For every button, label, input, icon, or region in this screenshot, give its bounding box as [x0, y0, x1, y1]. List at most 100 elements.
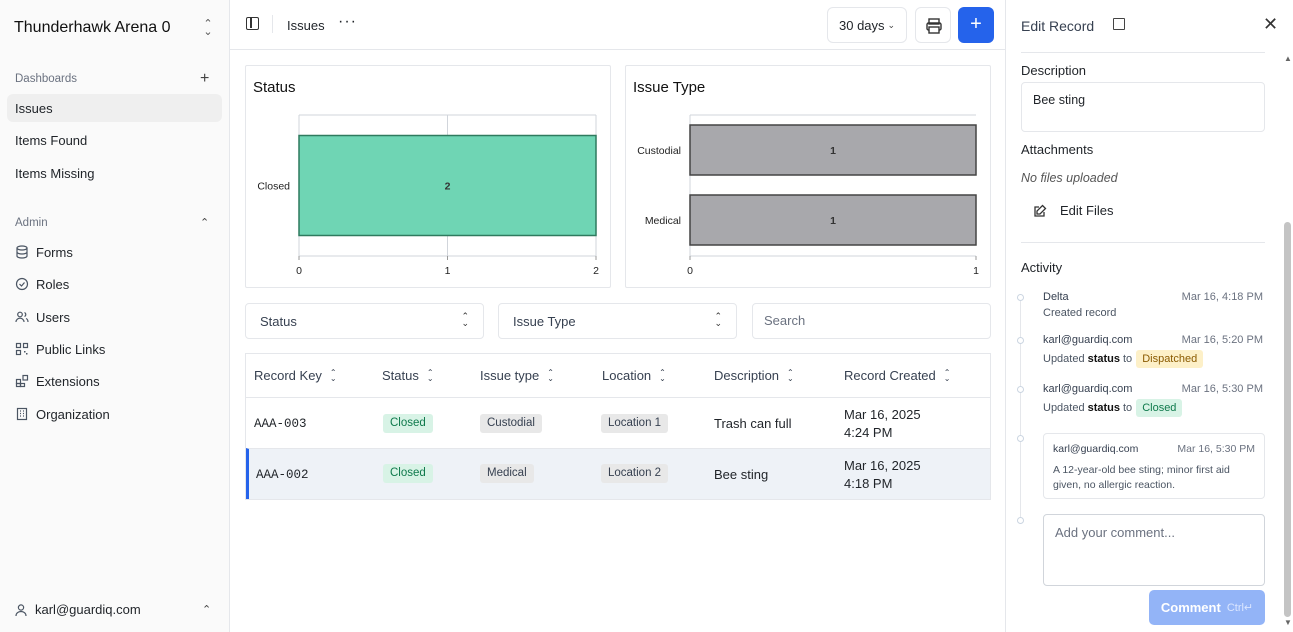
add-dashboard-icon[interactable]: +	[200, 71, 209, 87]
sidebar-item-public-links[interactable]: Public Links	[7, 335, 222, 363]
y-category-label: Closed	[257, 181, 290, 193]
column-header-issue-type[interactable]: Issue type ⌃ ⌄	[480, 368, 554, 383]
chevron-up-icon[interactable]: ⌃	[202, 603, 211, 616]
search-input[interactable]: Search	[752, 303, 991, 339]
more-options-icon[interactable]: ···	[338, 13, 357, 31]
sidebar-item-organization[interactable]: Organization	[7, 400, 222, 428]
date-range-value: 30 days	[839, 17, 885, 33]
building-icon	[16, 407, 28, 421]
scroll-down-icon[interactable]: ▼	[1284, 618, 1292, 627]
activity-label: Activity	[1021, 260, 1063, 275]
description-cell: Trash can full	[714, 416, 792, 431]
plus-icon: +	[970, 13, 982, 35]
issue-type-filter-label: Issue Type	[513, 313, 576, 329]
column-header-status[interactable]: Status ⌃ ⌄	[382, 368, 434, 383]
comment-input[interactable]: Add your comment...	[1043, 514, 1265, 586]
timeline-dot	[1017, 435, 1024, 442]
issue-type-chart: 0 1 Custodial 1 Medical 1	[637, 114, 979, 277]
print-button[interactable]	[915, 7, 951, 43]
location-badge: Location 1	[601, 414, 669, 433]
sidebar-item-label: Roles	[36, 276, 70, 292]
description-cell: Bee sting	[714, 467, 769, 482]
description-field[interactable]: Bee sting	[1021, 82, 1265, 132]
sidebar-item-roles[interactable]: Roles	[7, 270, 222, 298]
column-header-description[interactable]: Description ⌃ ⌄	[714, 368, 794, 383]
column-header-record-created[interactable]: Record Created ⌃ ⌄	[844, 368, 950, 383]
comment-body: A 12-year-old bee sting; minor first aid…	[1053, 464, 1230, 491]
sidebar-item-extensions[interactable]: Extensions	[7, 367, 222, 395]
sidebar-item-items-found[interactable]: Items Found	[7, 126, 222, 154]
table-row[interactable]: AAA-003 Closed Custodial Location 1 Tras…	[246, 397, 990, 448]
org-switcher-icon[interactable]: ⌃ ⌄	[200, 19, 216, 40]
shortcut-hint: Ctrl↵	[1226, 602, 1254, 614]
blocks-icon	[15, 374, 29, 388]
timeline-dot	[1017, 337, 1024, 344]
sidebar-item-forms[interactable]: Forms	[7, 238, 222, 266]
sidebar-item-label: Users	[36, 309, 70, 325]
collapse-admin-icon[interactable]: ⌃	[200, 216, 209, 230]
header-label: Record Key	[254, 368, 322, 383]
date-range-select[interactable]: 30 days ⌄	[827, 7, 907, 43]
add-record-button[interactable]: +	[958, 7, 994, 43]
sidebar-item-issues[interactable]: Issues	[7, 94, 222, 122]
header-label: Issue type	[480, 368, 540, 383]
dashboards-section-label: Dashboards	[15, 73, 78, 85]
x-tick-label: 0	[296, 265, 302, 277]
sort-icon: ⌃ ⌄	[659, 367, 666, 383]
panel-title: Edit Record	[1021, 18, 1095, 34]
record-key: AAA-002	[256, 468, 309, 482]
comment-button[interactable]: Comment Ctrl↵	[1149, 590, 1265, 625]
status-pill: Dispatched	[1136, 350, 1204, 368]
sidebar-item-users[interactable]: Users	[7, 303, 222, 331]
comment-time: Mar 16, 5:30 PM	[1177, 443, 1255, 455]
column-header-record-key[interactable]: Record Key ⌃ ⌄	[254, 368, 337, 383]
bar-data-label: 1	[830, 145, 836, 157]
created-date: Mar 16, 2025	[844, 407, 921, 422]
x-tick-label: 1	[445, 265, 451, 277]
activity-to: to	[1123, 353, 1133, 365]
comment-button-label: Comment	[1160, 600, 1221, 615]
external-link-icon[interactable]	[1113, 18, 1125, 30]
sort-icon: ⌃ ⌄	[329, 367, 337, 383]
sidebar-item-items-missing[interactable]: Items Missing	[7, 159, 222, 187]
chevron-updown-icon: ⌃ ⌄	[714, 311, 722, 328]
activity-user: Delta	[1043, 291, 1069, 303]
chevron-down-icon: ⌄	[887, 19, 896, 30]
activity-user: karl@guardiq.com	[1043, 383, 1133, 395]
issue-type-badge: Medical	[480, 464, 534, 483]
activity-user: karl@guardiq.com	[1043, 334, 1133, 346]
description-label: Description	[1021, 63, 1087, 78]
issue-type-filter[interactable]: Issue Type ⌃ ⌄	[498, 303, 737, 339]
top-bar: Issues ··· 30 days ⌄ +	[230, 0, 1005, 50]
activity-prefix: Updated	[1043, 353, 1085, 365]
x-tick-label: 0	[687, 265, 693, 277]
status-chart: 0 1 2 Closed 2	[257, 114, 599, 277]
edit-icon	[1034, 204, 1047, 217]
qr-code-icon	[15, 342, 29, 356]
comment-card: karl@guardiq.com Mar 16, 5:30 PM A 12-ye…	[1043, 433, 1265, 499]
org-name[interactable]: Thunderhawk Arena 0	[14, 19, 171, 37]
scrollbar-thumb[interactable]	[1284, 222, 1291, 617]
timeline-dot	[1017, 517, 1024, 524]
activity-text: Updated status to Closed	[1043, 399, 1183, 417]
status-filter[interactable]: Status ⌃ ⌄	[245, 303, 484, 339]
database-icon	[16, 245, 28, 259]
sidebar-toggle-icon[interactable]	[246, 17, 259, 30]
scroll-up-icon[interactable]: ▲	[1284, 54, 1292, 63]
table-row[interactable]: AAA-002 Closed Medical Location 2 Bee st…	[246, 448, 990, 499]
user-menu[interactable]: karl@guardiq.com	[14, 602, 141, 617]
column-header-location[interactable]: Location ⌃ ⌄	[602, 368, 666, 383]
sidebar-item-label: Items Missing	[15, 165, 95, 181]
created-time: 4:24 PM	[844, 425, 893, 440]
x-tick-label: 2	[593, 265, 599, 277]
sidebar-item-label: Issues	[15, 100, 53, 116]
sort-icon: ⌃ ⌄	[943, 367, 951, 383]
printer-icon	[926, 18, 942, 34]
edit-files-button[interactable]: Edit Files	[1033, 203, 1113, 218]
divider	[1021, 52, 1265, 53]
x-tick-label: 1	[973, 265, 979, 277]
created-date: Mar 16, 2025	[844, 458, 921, 473]
created-time: 4:18 PM	[844, 476, 893, 491]
close-icon[interactable]: ✕	[1263, 14, 1278, 35]
sidebar-item-label: Extensions	[36, 373, 100, 389]
